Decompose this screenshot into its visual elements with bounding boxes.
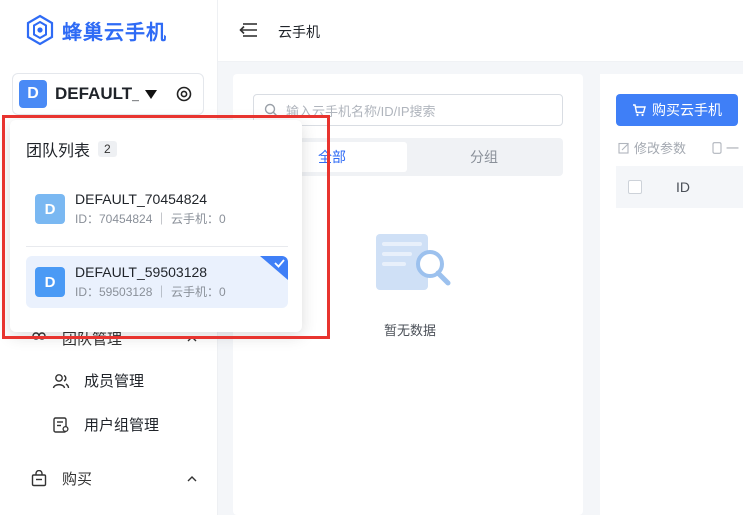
members-icon <box>52 373 70 388</box>
user-group-icon <box>53 416 69 433</box>
logo[interactable]: 蜂巢云手机 <box>24 14 167 46</box>
breadcrumb: 云手机 <box>278 24 320 40</box>
shopping-bag-icon <box>31 469 47 486</box>
highlight-annotation-box <box>2 115 330 339</box>
empty-state-text: 暂无数据 <box>384 323 437 338</box>
settings-icon[interactable] <box>175 85 193 103</box>
column-header-id: ID <box>676 179 690 195</box>
top-header: 云手机 <box>218 0 743 62</box>
tab-groups[interactable]: 分组 <box>409 142 559 172</box>
table-header: ID <box>616 166 743 208</box>
edit-icon <box>618 142 629 154</box>
sidebar-item-members-label: 成员管理 <box>84 373 145 390</box>
nav-purchase[interactable]: 购买 <box>30 468 198 489</box>
logo-text: 蜂巢云手机 <box>62 21 167 44</box>
edit-params-button[interactable]: 修改参数 <box>618 138 686 157</box>
honeycomb-logo-icon <box>26 14 54 46</box>
current-team-name: DEFAULT_... <box>55 84 139 103</box>
caret-down-icon[interactable] <box>145 89 157 99</box>
team-avatar: D <box>19 80 47 108</box>
collapse-menu-icon[interactable] <box>238 22 258 38</box>
more-action-button[interactable]: 一 <box>712 138 739 157</box>
cart-icon <box>633 104 646 117</box>
nav-purchase-label: 购买 <box>62 471 93 488</box>
team-selector[interactable]: D DEFAULT_... <box>12 73 204 115</box>
sidebar-item-user-groups-label: 用户组管理 <box>84 417 160 434</box>
sidebar-item-members[interactable]: 成员管理 <box>52 370 144 391</box>
more-action-label: 一 <box>726 141 740 156</box>
select-all-checkbox[interactable] <box>628 180 642 194</box>
edit-params-label: 修改参数 <box>634 141 687 156</box>
buy-cloud-phone-button[interactable]: 购买云手机 <box>616 94 738 126</box>
buy-button-label: 购买云手机 <box>652 102 722 118</box>
empty-document-icon <box>376 234 451 290</box>
chevron-up-icon <box>187 475 197 481</box>
phone-icon <box>712 141 722 154</box>
sidebar-item-user-groups[interactable]: 用户组管理 <box>52 414 159 435</box>
